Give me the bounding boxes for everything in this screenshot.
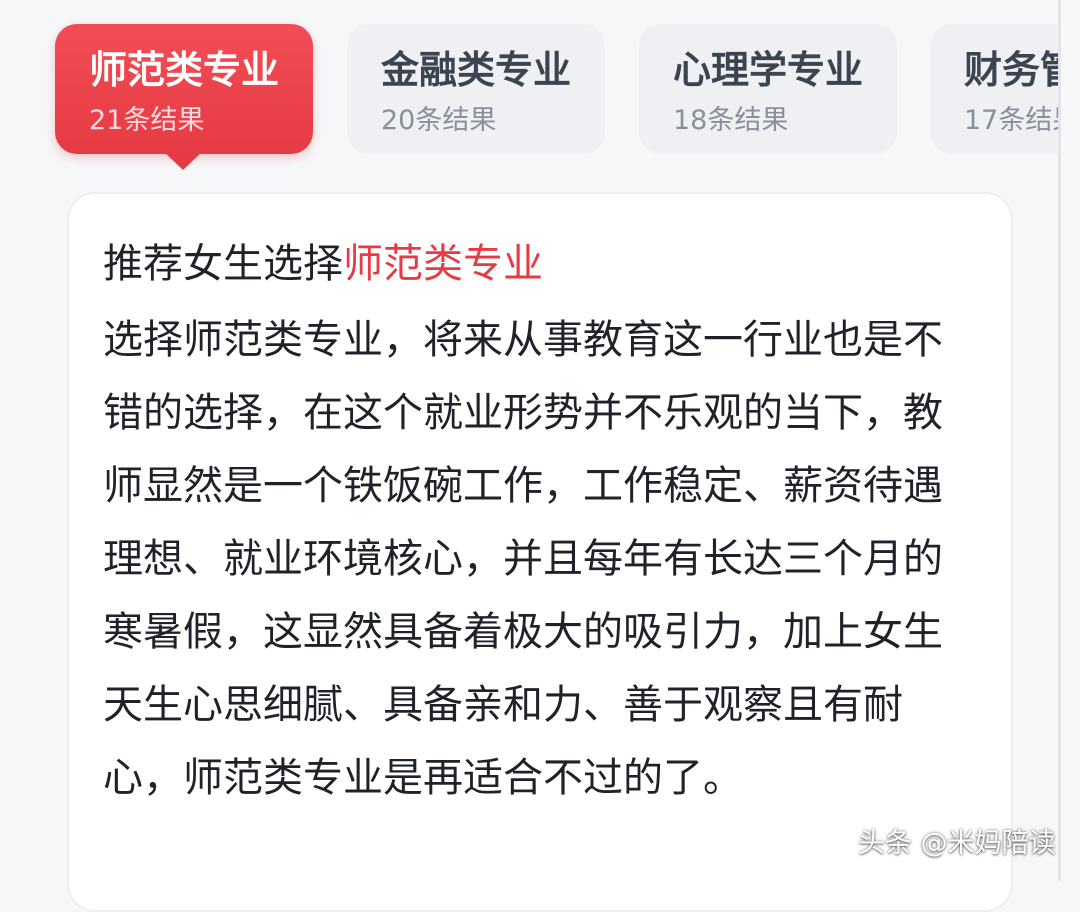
tab-result-count: 21条结果 <box>89 105 205 136</box>
tab-finance[interactable]: 金融类专业 20条结果 <box>347 24 605 154</box>
tab-teacher-education[interactable]: 师范类专业 21条结果 <box>55 24 313 154</box>
tab-result-count: 20条结果 <box>381 105 497 136</box>
card-heading: 推荐女生选择师范类专业 <box>103 234 1011 294</box>
category-tabs: 师范类专业 21条结果 金融类专业 20条结果 心理学专业 18条结果 财务管理… <box>0 0 1058 180</box>
card-heading-highlight: 师范类专业 <box>343 241 543 287</box>
recommendation-card: 推荐女生选择师范类专业 选择师范类专业，将来从事教育这一行业也是不错的选择，在这… <box>67 192 1013 912</box>
tab-title: 师范类专业 <box>89 48 280 92</box>
tab-title: 金融类专业 <box>381 48 572 92</box>
tab-result-count: 18条结果 <box>673 105 789 136</box>
scroll-edge-divider <box>1058 0 1061 881</box>
tab-title: 心理学专业 <box>673 48 864 92</box>
tab-financial-management[interactable]: 财务管理 17条结果 <box>930 24 1058 154</box>
active-tab-pointer <box>164 152 202 170</box>
watermark: 头条 @米妈陪读 <box>858 828 1056 859</box>
card-body-text: 选择师范类专业，将来从事教育这一行业也是不错的选择，在这个就业形势并不乐观的当下… <box>103 317 943 801</box>
tab-psychology[interactable]: 心理学专业 18条结果 <box>639 24 897 154</box>
card-heading-prefix: 推荐女生选择 <box>103 241 343 287</box>
tab-result-count: 17条结果 <box>964 105 1058 136</box>
tab-title: 财务管理 <box>964 48 1058 92</box>
